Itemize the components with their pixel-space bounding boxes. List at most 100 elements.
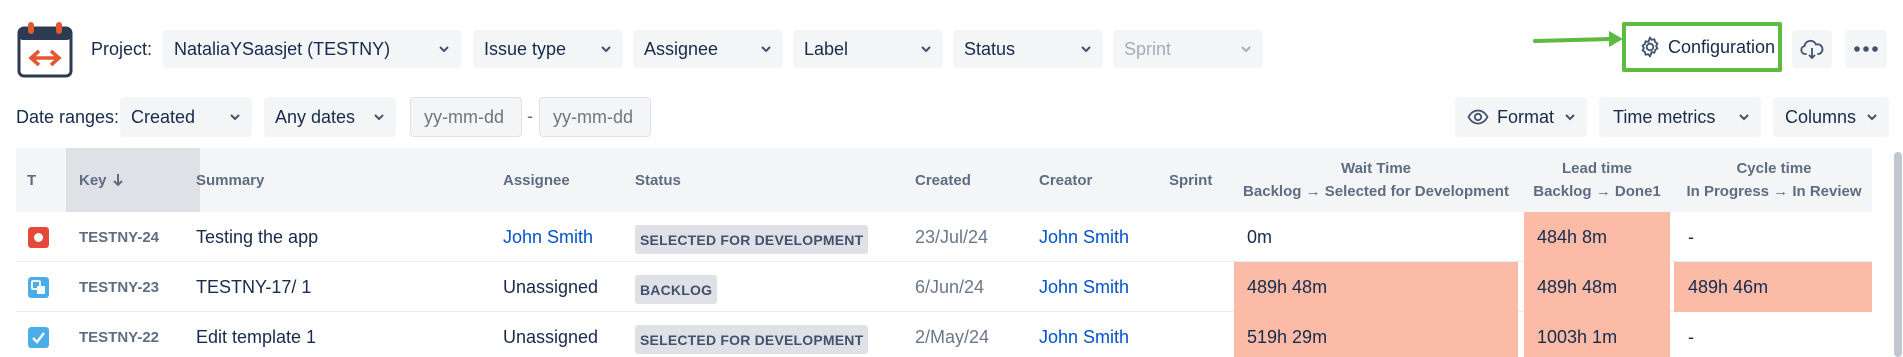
chevron-down-icon (601, 46, 611, 53)
date-to-input[interactable] (539, 97, 651, 137)
format-button[interactable]: Format (1455, 97, 1587, 137)
column-header-creator-label: Creator (1039, 171, 1093, 189)
column-header-key-label: Key (79, 171, 107, 189)
column-header-creator[interactable]: Creator (1039, 148, 1139, 212)
vertical-scrollbar[interactable] (1894, 152, 1902, 357)
cycle-time-value: - (1688, 226, 1694, 247)
issue-type-filter[interactable]: Issue type (473, 30, 623, 68)
issue-status: SELECTED FOR DEVELOPMENT (635, 212, 895, 262)
date-field-value: Created (131, 106, 196, 127)
status-filter[interactable]: Status (953, 30, 1103, 68)
format-label: Format (1497, 106, 1555, 127)
column-header-summary[interactable]: Summary (196, 148, 396, 212)
chevron-down-icon (921, 46, 931, 53)
table-row[interactable]: TESTNY-24 Testing the app John Smith SEL… (16, 212, 1872, 262)
table-row[interactable]: TESTNY-23 TESTNY-17/ 1 Unassigned BACKLO… (16, 262, 1872, 312)
column-header-type[interactable]: T (27, 148, 67, 212)
calendar-arrows-icon (17, 22, 73, 78)
sprint-filter: Sprint (1113, 30, 1263, 68)
configuration-button[interactable]: Configuration (1622, 22, 1782, 72)
issue-type-filter-label: Issue type (484, 38, 567, 59)
task-icon (28, 312, 50, 357)
issue-assignee: Unassigned (503, 276, 599, 297)
issue-key[interactable]: TESTNY-22 (79, 312, 189, 357)
date-separator: - (527, 106, 533, 126)
column-header-cycle-time-label: Cycle time (1736, 160, 1812, 177)
issue-summary[interactable]: Edit template 1 (196, 312, 496, 357)
assignee-filter-label: Assignee (644, 38, 719, 59)
column-header-wait-time[interactable]: Wait Time Backlog → Selected for Develop… (1234, 148, 1518, 212)
subtask-icon (28, 262, 50, 312)
issue-creator[interactable]: John Smith (1039, 262, 1159, 312)
lead-time-value: 1003h 1m (1524, 312, 1670, 357)
cycle-time-value: - (1688, 326, 1694, 347)
columns-label: Columns (1785, 106, 1857, 127)
table-row[interactable]: TESTNY-22 Edit template 1 Unassigned SEL… (16, 312, 1872, 357)
issue-assignee: Unassigned (503, 326, 599, 347)
time-metrics-label: Time metrics (1613, 106, 1716, 127)
columns-button[interactable]: Columns (1773, 97, 1889, 137)
chevron-down-icon (1565, 114, 1575, 121)
column-header-type-label: T (27, 171, 37, 189)
issue-created: 23/Jul/24 (915, 226, 989, 247)
issue-creator[interactable]: John Smith (1039, 312, 1159, 357)
more-button[interactable] (1845, 30, 1887, 68)
cycle-time-value: 489h 46m (1674, 262, 1872, 312)
more-horizontal-icon (1854, 46, 1878, 52)
subtask-icon-graphic (28, 276, 49, 298)
annotation-arrow (1533, 31, 1623, 47)
issue-status: BACKLOG (635, 262, 895, 312)
issue-assignee[interactable]: John Smith (503, 212, 623, 262)
assignee-filter[interactable]: Assignee (633, 30, 783, 68)
column-header-sprint-label: Sprint (1169, 171, 1213, 189)
time-metrics-button[interactable]: Time metrics (1599, 97, 1761, 137)
chevron-down-icon (1241, 46, 1251, 53)
table-header: T Key Summary Assignee Status Created Cr… (16, 148, 1872, 212)
status-lozenge: BACKLOG (635, 274, 718, 304)
column-header-assignee[interactable]: Assignee (503, 148, 603, 212)
chevron-down-icon (1739, 114, 1749, 121)
issue-key[interactable]: TESTNY-23 (79, 262, 189, 312)
column-header-status-label: Status (635, 171, 681, 189)
status-lozenge: SELECTED FOR DEVELOPMENT (635, 324, 869, 354)
date-period-select[interactable]: Any dates (264, 97, 396, 137)
issue-summary[interactable]: Testing the app (196, 212, 496, 262)
column-header-wait-time-transition: Backlog → Selected for Development (1243, 183, 1509, 200)
label-filter-label: Label (804, 38, 849, 59)
date-field-select[interactable]: Created (120, 97, 252, 137)
column-header-lead-time-label: Lead time (1561, 160, 1633, 177)
bug-icon-graphic (28, 226, 49, 248)
export-button[interactable] (1792, 30, 1832, 68)
issue-summary[interactable]: TESTNY-17/ 1 (196, 262, 496, 312)
column-header-lead-time[interactable]: Lead time Backlog → Done1 (1524, 148, 1670, 212)
date-period-value: Any dates (275, 106, 356, 127)
project-select-value: NataliaYSaasjet (TESTNY) (174, 38, 391, 59)
chevron-down-icon (761, 46, 771, 53)
eye-icon (1467, 109, 1489, 125)
column-header-created[interactable]: Created (915, 148, 1015, 212)
column-header-status[interactable]: Status (635, 148, 735, 212)
date-from-input[interactable] (410, 97, 522, 137)
wait-time-value: 489h 48m (1234, 262, 1518, 312)
lead-time-value: 484h 8m (1524, 212, 1670, 262)
chevron-down-icon (439, 46, 449, 53)
gear-icon (1641, 36, 1659, 58)
column-header-cycle-time[interactable]: Cycle time In Progress → In Review (1674, 148, 1874, 212)
cloud-download-icon (1800, 39, 1824, 60)
issue-creator[interactable]: John Smith (1039, 212, 1159, 262)
project-select[interactable]: NataliaYSaasjet (TESTNY) (163, 30, 461, 68)
lead-time-value: 489h 48m (1524, 262, 1670, 312)
chevron-down-icon (374, 114, 384, 121)
column-header-wait-time-label: Wait Time (1340, 160, 1411, 177)
column-header-lead-time-transition: Backlog → Done1 (1533, 183, 1661, 200)
date-ranges-label: Date ranges: (16, 107, 120, 127)
column-header-cycle-time-transition: In Progress → In Review (1686, 183, 1862, 200)
configuration-label: Configuration (1668, 36, 1776, 57)
issue-key[interactable]: TESTNY-24 (79, 212, 189, 262)
project-label: Project: (91, 39, 153, 59)
issue-created: 6/Jun/24 (915, 276, 985, 297)
label-filter[interactable]: Label (793, 30, 943, 68)
column-header-key[interactable]: Key (66, 148, 200, 212)
status-lozenge: SELECTED FOR DEVELOPMENT (635, 224, 869, 254)
status-filter-label: Status (964, 38, 1016, 59)
